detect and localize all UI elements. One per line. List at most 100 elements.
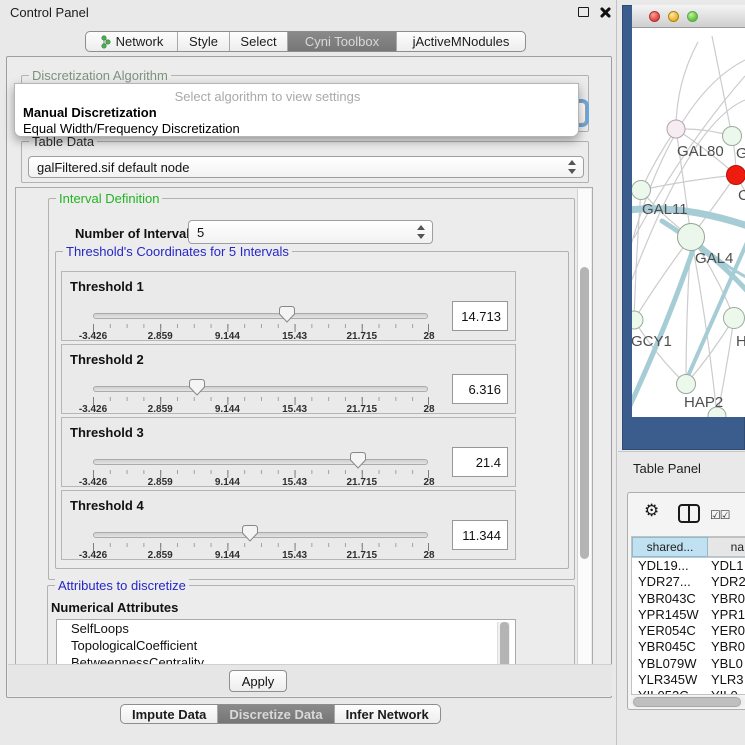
tick-label: -3.426: [79, 477, 107, 488]
option-equal-width-frequency[interactable]: Equal Width/Frequency Discretization: [23, 121, 240, 136]
tick-label: 21.715: [347, 477, 378, 488]
threshold-3-slider-track[interactable]: [93, 459, 428, 465]
cell: YLR345W: [632, 672, 708, 688]
network-graph: GAL80 G C GAL11 GAL4 GCY1 H HAP2: [632, 28, 745, 417]
table-row[interactable]: YDL19... YDL1: [632, 558, 745, 574]
table-row[interactable]: YBR045C YBR0: [632, 639, 745, 655]
tab-impute-data[interactable]: Impute Data: [121, 705, 218, 723]
threshold-1-label: Threshold 1: [70, 279, 144, 294]
cell: YLR3: [708, 672, 745, 688]
node-gal80[interactable]: [667, 120, 685, 138]
tick-label: 2.859: [148, 550, 173, 561]
node-gcy1[interactable]: [632, 311, 643, 329]
float-window-icon[interactable]: [578, 7, 589, 17]
tab-impute-data-label: Impute Data: [132, 707, 206, 722]
tab-select[interactable]: Select: [230, 32, 288, 51]
table-data-combobox[interactable]: galFiltered.sif default node: [28, 156, 584, 178]
scrollbar-thumb[interactable]: [580, 267, 589, 559]
zoom-traffic-light[interactable]: [687, 11, 698, 22]
node-gal11[interactable]: [632, 181, 651, 200]
tab-cyni-toolbox-label: Cyni Toolbox: [305, 34, 379, 49]
minimize-traffic-light[interactable]: [668, 11, 679, 22]
tick-label: -3.426: [79, 331, 107, 342]
tick-label: 15.43: [282, 404, 307, 415]
cell: YDL1: [708, 558, 745, 574]
threshold-4-value-field[interactable]: 11.344: [452, 520, 508, 550]
tick-label: 21.715: [347, 404, 378, 415]
table-row[interactable]: YPR145W YPR1: [632, 607, 745, 623]
select-columns-icon[interactable]: ☑☑: [710, 508, 730, 522]
threshold-1-slider-track[interactable]: [93, 313, 428, 319]
number-of-intervals-combobox[interactable]: 5: [188, 220, 433, 244]
node-hap2[interactable]: [677, 375, 696, 394]
interval-definition-group: Interval Definition Number of Intervals …: [48, 198, 575, 580]
table-horizontal-scrollbar[interactable]: [631, 696, 745, 708]
option-manual-discretization[interactable]: Manual Discretization: [23, 105, 157, 120]
node-cut-right-top[interactable]: [723, 127, 742, 146]
apply-button[interactable]: Apply: [229, 670, 287, 692]
node-label-hap2: HAP2: [684, 394, 723, 411]
threshold-2-panel: Threshold 2 -3.426 2.859: [61, 344, 516, 414]
tab-style-label: Style: [189, 34, 218, 49]
gear-icon[interactable]: ⚙: [644, 503, 659, 520]
table-row[interactable]: YLR345W YLR3: [632, 672, 745, 688]
threshold-3-value-field[interactable]: 21.4: [452, 447, 508, 477]
tab-discretize-data[interactable]: Discretize Data: [218, 705, 334, 723]
scrollbar-thumb[interactable]: [633, 697, 741, 707]
control-panel-titlebar: Control Panel: [0, 0, 617, 24]
threshold-2-slider-track[interactable]: [93, 386, 428, 392]
cell: YIL0: [708, 688, 745, 695]
threshold-1-panel: Threshold 1 -3.426 2.859: [61, 271, 516, 341]
column-header-shared-name[interactable]: shared...: [632, 537, 708, 557]
threshold-1-slider-thumb[interactable]: [279, 306, 295, 323]
threshold-3-slider-thumb[interactable]: [350, 452, 366, 469]
tab-jactivemnodules-label: jActiveMNodules: [413, 34, 510, 49]
tab-select-label: Select: [240, 34, 276, 49]
threshold-1-value-field[interactable]: 14.713: [452, 301, 508, 331]
right-side: GAL80 G C GAL11 GAL4 GCY1 H HAP2 Table P…: [618, 0, 745, 745]
tick-label: 15.43: [282, 331, 307, 342]
tab-style[interactable]: Style: [178, 32, 230, 51]
numerical-attributes-list[interactable]: SelfLoops TopologicalCoefficient Between…: [56, 619, 516, 667]
node-gal4[interactable]: [678, 224, 705, 251]
node-label-cut-h: H: [736, 333, 745, 350]
tick-label: -3.426: [79, 550, 107, 561]
panel-title: Control Panel: [10, 5, 89, 20]
network-window-titlebar[interactable]: [632, 5, 745, 28]
tab-jactivemnodules[interactable]: jActiveMNodules: [397, 32, 525, 51]
node-cut-right-mid[interactable]: [724, 308, 745, 329]
list-scrollbar[interactable]: [497, 622, 510, 667]
threshold-2-slider-thumb[interactable]: [189, 379, 205, 396]
threshold-4-slider-track[interactable]: [93, 532, 428, 538]
tab-infer-network[interactable]: Infer Network: [335, 705, 440, 723]
threshold-4-slider-thumb[interactable]: [242, 525, 258, 542]
tab-network-label: Network: [116, 34, 164, 49]
tab-network[interactable]: Network: [86, 32, 178, 51]
node-table: shared... na YDL19... YDL1 YDR27... YDR2…: [631, 536, 745, 695]
network-window: GAL80 G C GAL11 GAL4 GCY1 H HAP2: [622, 5, 745, 450]
combo-stepper-icon: [567, 160, 576, 174]
table-row[interactable]: YER054C YER0: [632, 623, 745, 639]
node-red-selected[interactable]: [727, 166, 745, 185]
threshold-4-label: Threshold 4: [70, 498, 144, 513]
column-header-name[interactable]: na: [708, 537, 745, 557]
settings-vertical-scrollbar[interactable]: [577, 189, 591, 667]
cell: YBR043C: [632, 591, 708, 607]
tab-cyni-toolbox[interactable]: Cyni Toolbox: [288, 32, 397, 51]
cell: YBR0: [708, 591, 745, 607]
split-columns-icon[interactable]: [678, 504, 700, 523]
threshold-2-value-field[interactable]: 6.316: [452, 374, 508, 404]
list-item[interactable]: TopologicalCoefficient: [57, 637, 515, 654]
network-canvas[interactable]: GAL80 G C GAL11 GAL4 GCY1 H HAP2: [632, 28, 745, 417]
cell: YPR1: [708, 607, 745, 623]
table-row[interactable]: YIL052C YIL0: [632, 688, 745, 695]
close-traffic-light[interactable]: [649, 11, 660, 22]
table-row[interactable]: YBR043C YBR0: [632, 591, 745, 607]
list-item[interactable]: SelfLoops: [57, 620, 515, 637]
table-row[interactable]: YBL079W YBL0: [632, 656, 745, 672]
table-row[interactable]: YDR27... YDR2: [632, 574, 745, 590]
threshold-1-tick-labels: -3.426 2.859 9.144 15.43 21.715 28: [93, 331, 429, 342]
node-label-gal80: GAL80: [677, 143, 724, 160]
close-icon[interactable]: [599, 6, 611, 18]
tick-label: 21.715: [347, 331, 378, 342]
